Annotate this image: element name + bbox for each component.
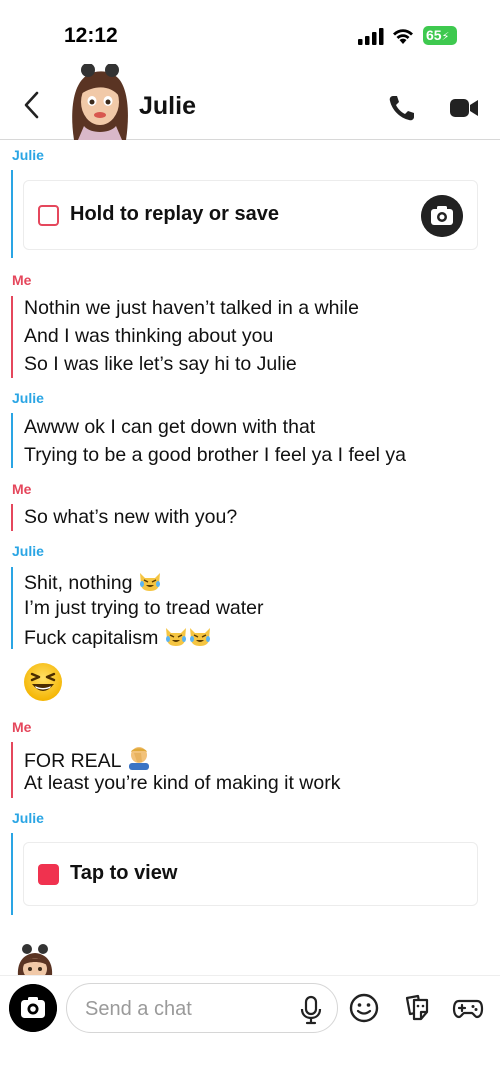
message-text: So what’s new with you? bbox=[24, 506, 238, 528]
man-facepalming-icon bbox=[129, 747, 150, 770]
message-bar bbox=[11, 742, 13, 798]
message-text: So I was like let’s say hi to Julie bbox=[24, 353, 297, 375]
chat-header: Julie bbox=[0, 62, 500, 140]
contact-name[interactable]: Julie bbox=[139, 92, 196, 121]
battery-indicator: 65⚡ bbox=[423, 26, 457, 45]
crying-laughing-cat-icon bbox=[139, 573, 160, 591]
charging-bolt-icon: ⚡ bbox=[441, 31, 450, 43]
message-bar bbox=[11, 567, 13, 649]
video-call-icon[interactable] bbox=[449, 96, 479, 120]
message-text: FOR REAL bbox=[24, 750, 121, 772]
cellular-signal-icon bbox=[358, 28, 384, 45]
message-line: Fuck capitalism bbox=[24, 625, 212, 650]
sender-label: Me bbox=[12, 481, 32, 497]
sender-label: Julie bbox=[12, 147, 44, 163]
game-controller-icon[interactable] bbox=[452, 992, 484, 1024]
bitmoji-avatar[interactable] bbox=[66, 64, 134, 140]
sender-label: Julie bbox=[12, 810, 44, 826]
wifi-icon bbox=[393, 29, 413, 44]
smiley-icon[interactable] bbox=[348, 992, 380, 1024]
sender-label: Me bbox=[12, 719, 32, 735]
message-text: Shit, nothing bbox=[24, 572, 133, 594]
message-text: Awww ok I can get down with that bbox=[24, 416, 316, 438]
message-text: Nothin we just haven’t talked in a while bbox=[24, 297, 359, 319]
typing-bitmoji-avatar bbox=[17, 944, 53, 976]
grinning-squinting-face-icon bbox=[24, 663, 62, 701]
crying-laughing-cat-icon bbox=[189, 628, 210, 646]
message-text: And I was thinking about you bbox=[24, 325, 274, 347]
message-bar bbox=[11, 170, 13, 258]
chat-input[interactable] bbox=[85, 996, 285, 1022]
sender-label: Julie bbox=[12, 543, 44, 559]
message-bar bbox=[11, 296, 13, 378]
crying-laughing-cat-icon bbox=[165, 628, 186, 646]
camera-icon[interactable] bbox=[421, 195, 463, 237]
message-text: At least you’re kind of making it work bbox=[24, 772, 341, 794]
sender-label: Julie bbox=[12, 390, 44, 406]
message-bar bbox=[11, 833, 13, 915]
battery-level: 65 bbox=[426, 27, 442, 43]
tap-to-view-card[interactable]: Tap to view bbox=[23, 842, 478, 906]
microphone-icon[interactable] bbox=[298, 995, 324, 1025]
sender-label: Me bbox=[12, 272, 32, 288]
media-label: Hold to replay or save bbox=[70, 203, 279, 225]
chat-input-container[interactable] bbox=[66, 983, 338, 1033]
back-chevron-icon[interactable] bbox=[20, 90, 44, 120]
status-time: 12:12 bbox=[64, 24, 118, 47]
opened-snap-icon bbox=[38, 205, 59, 226]
phone-call-icon[interactable] bbox=[387, 93, 417, 123]
message-text: I’m just trying to tread water bbox=[24, 597, 264, 619]
message-bar bbox=[11, 504, 13, 531]
message-line: Shit, nothing bbox=[24, 570, 162, 595]
media-label: Tap to view bbox=[70, 862, 178, 884]
chat-composer bbox=[0, 975, 500, 1045]
message-line: FOR REAL bbox=[24, 744, 152, 773]
message-text: Fuck capitalism bbox=[24, 627, 159, 649]
unopened-snap-icon bbox=[38, 864, 59, 885]
camera-icon[interactable] bbox=[9, 984, 57, 1032]
sticker-icon[interactable] bbox=[401, 992, 433, 1024]
message-text: Trying to be a good brother I feel ya I … bbox=[24, 444, 406, 466]
snap-replay-card[interactable]: Hold to replay or save bbox=[23, 180, 478, 250]
message-bar bbox=[11, 413, 13, 468]
status-bar: 12:12 65⚡ bbox=[0, 0, 500, 60]
